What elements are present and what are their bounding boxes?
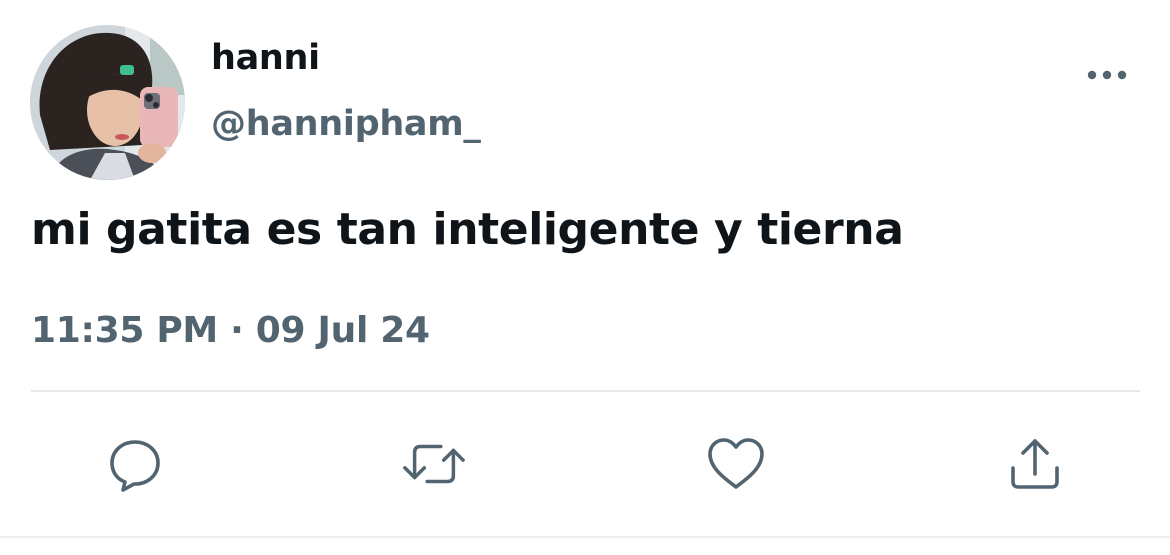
user-handle[interactable]: @hannipham_ — [211, 104, 481, 144]
tweet-timestamp[interactable]: 11:35 PM · 09 Jul 24 — [31, 310, 430, 351]
share-icon — [1011, 439, 1059, 489]
reply-button[interactable] — [103, 432, 167, 496]
tweet-date: 09 Jul 24 — [255, 310, 430, 351]
share-button[interactable] — [1003, 432, 1067, 496]
retweet-button[interactable] — [402, 432, 466, 496]
display-name[interactable]: hanni — [211, 38, 320, 78]
tweet-card: hanni @hannipham_ mi gatita es tan intel… — [0, 0, 1170, 555]
avatar-photo — [30, 25, 185, 180]
reply-icon — [110, 440, 160, 492]
heart-icon — [708, 438, 764, 489]
tweet-text: mi gatita es tan inteligente y tierna — [31, 204, 904, 255]
meta-separator: · — [230, 310, 244, 351]
more-options-button[interactable] — [1080, 58, 1134, 92]
tweet-time: 11:35 PM — [31, 310, 218, 351]
user-avatar[interactable] — [30, 25, 185, 180]
divider — [31, 390, 1140, 392]
bottom-border — [0, 536, 1170, 538]
more-dots-icon — [1087, 70, 1127, 80]
like-button[interactable] — [704, 432, 768, 496]
retweet-icon — [403, 444, 465, 484]
